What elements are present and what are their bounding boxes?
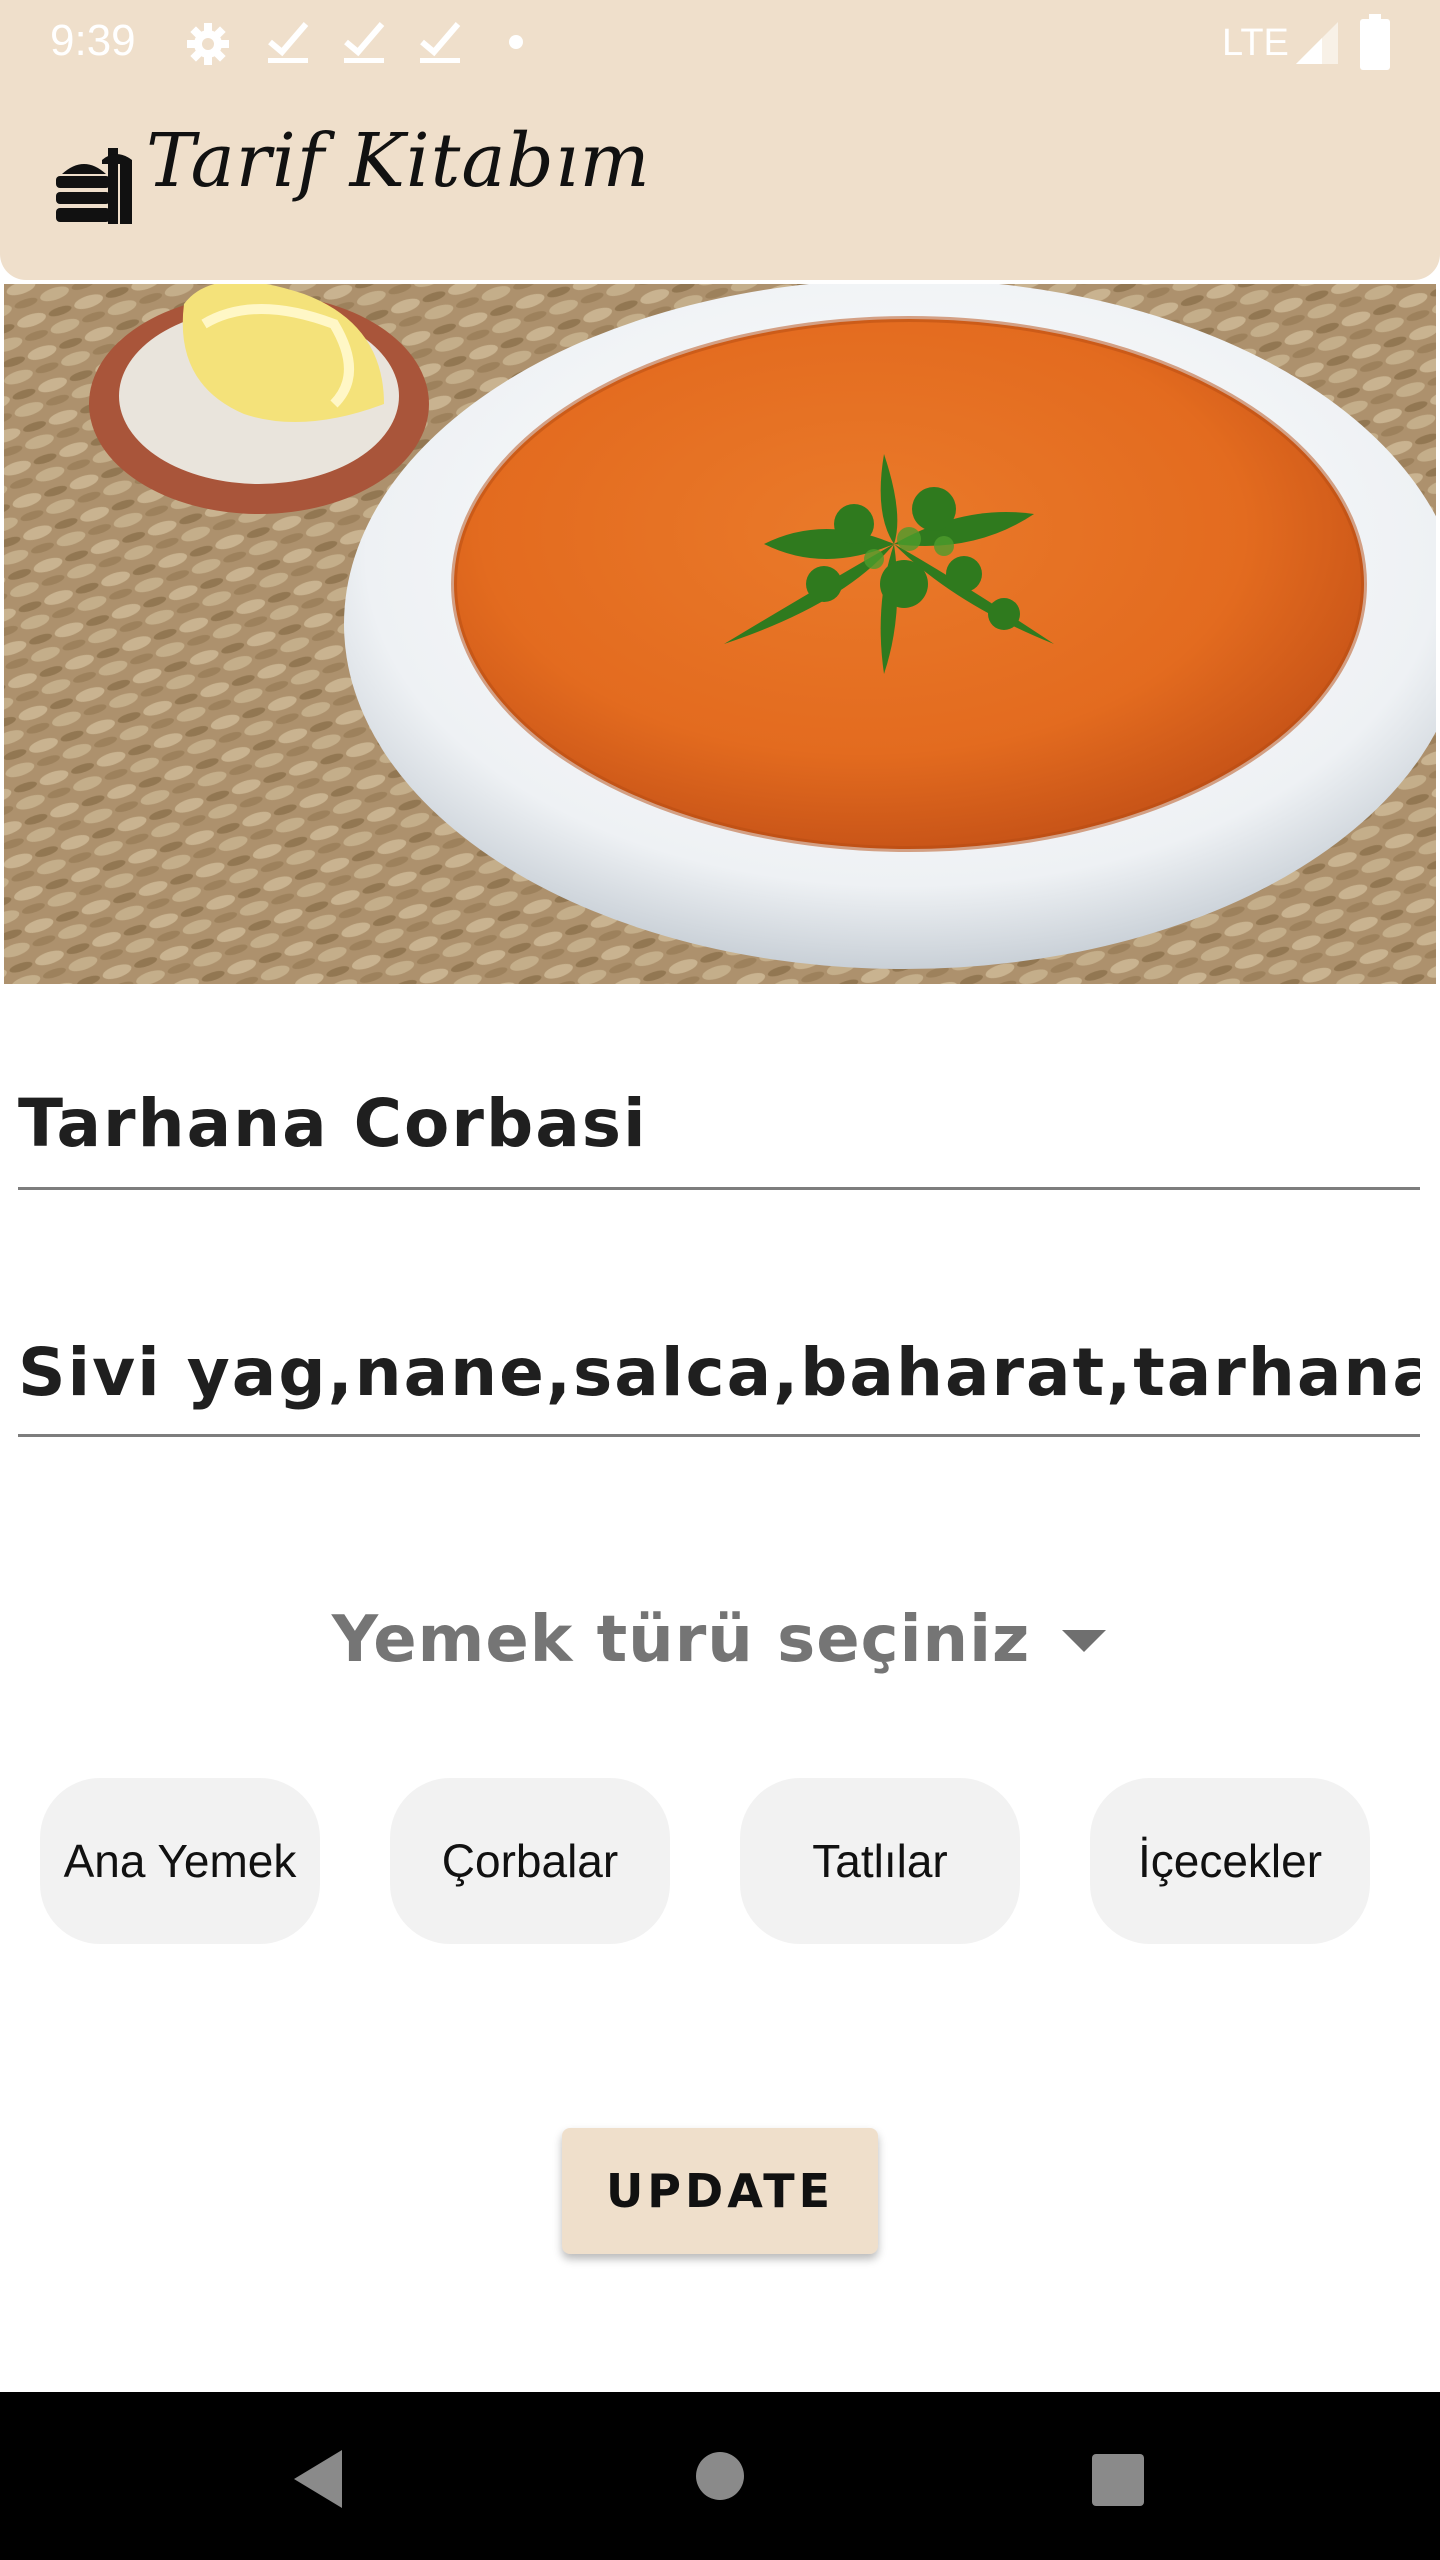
status-time: 9:39 [50, 16, 136, 65]
category-chip-tatlilar[interactable]: Tatlılar [740, 1778, 1020, 1944]
app-title: Tarif Kitabım [146, 118, 651, 204]
food-tray-icon [56, 148, 132, 224]
ingredients-input[interactable] [18, 1334, 1420, 1411]
chip-label: İçecekler [1137, 1835, 1323, 1887]
check-icon [268, 22, 309, 63]
update-button-label: UPDATE [605, 2164, 835, 2218]
chip-label: Ana Yemek [63, 1835, 297, 1887]
ingredients-field[interactable] [18, 1334, 1420, 1437]
settings-icon [187, 23, 229, 65]
chevron-down-icon [1062, 1630, 1107, 1652]
back-icon[interactable] [290, 2448, 346, 2510]
category-dropdown-label: Yemek türü seçiniz [331, 1603, 1031, 1677]
chip-label: Çorbalar [441, 1835, 619, 1887]
check-icon [344, 22, 385, 63]
chip-label: Tatlılar [812, 1835, 948, 1887]
recipe-image[interactable] [4, 284, 1436, 984]
category-chip-corbalar[interactable]: Çorbalar [390, 1778, 670, 1944]
check-icon [420, 22, 461, 63]
status-bar: 9:39 LTE [0, 0, 1440, 84]
battery-icon [1360, 14, 1390, 70]
category-dropdown[interactable]: Yemek türü seçiniz [330, 1590, 1110, 1690]
category-chip-icecekler[interactable]: İçecekler [1090, 1778, 1370, 1944]
recipe-name-input[interactable] [18, 1085, 1420, 1162]
navigation-bar [0, 2392, 1440, 2560]
signal-icon [1296, 22, 1338, 64]
category-chip-ana-yemek[interactable]: Ana Yemek [40, 1778, 320, 1944]
update-button[interactable]: UPDATE [562, 2128, 878, 2254]
app-bar: 9:39 LTE Tarif Kitabım [0, 0, 1440, 280]
network-label: LTE [1222, 22, 1289, 64]
recents-icon[interactable] [1090, 2452, 1146, 2508]
soup-bowl-photo [4, 284, 1436, 984]
recipe-name-field[interactable] [18, 1085, 1420, 1190]
dot-icon [509, 35, 523, 49]
home-icon[interactable] [694, 2450, 746, 2502]
